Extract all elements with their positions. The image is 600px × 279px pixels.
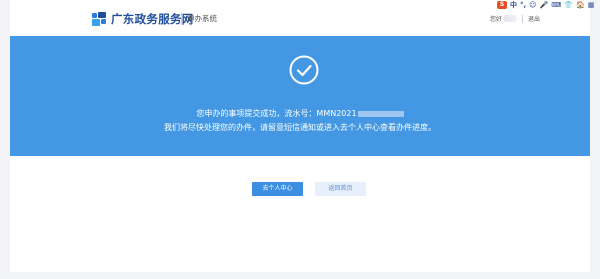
ime-language-icon[interactable]: 中 bbox=[510, 1, 517, 9]
sogou-ime-icon[interactable]: S bbox=[497, 0, 507, 9]
user-divider bbox=[522, 15, 523, 23]
user-greeting: 您好 bbox=[490, 16, 503, 23]
success-banner: 您申办的事项提交成功，流水号：MMN2021 我们将尽快处理您的办件，请留意短信… bbox=[10, 36, 590, 156]
serial-number-mask bbox=[357, 110, 404, 117]
page-container: 广东政务服务网 申办系统 您好 退出 您申办的事项提交成功，流水号：MMN202… bbox=[10, 0, 590, 272]
go-personal-center-button[interactable]: 去个人中心 bbox=[252, 182, 303, 196]
logout-link[interactable]: 退出 bbox=[528, 14, 540, 23]
masked-username bbox=[503, 15, 517, 22]
ime-home-icon[interactable]: 🏠 bbox=[576, 1, 585, 9]
ime-toolbar: S 中 °, ☺ 🎤 ⌨ 👕 🏠 ▦ bbox=[497, 0, 594, 9]
ime-menu-icon[interactable]: ▦ bbox=[588, 1, 595, 9]
guangdong-gov-logo-icon[interactable] bbox=[92, 12, 106, 26]
success-message-text: 您申办的事项提交成功，流水号： bbox=[196, 109, 317, 118]
serial-number: MMN2021 bbox=[316, 109, 357, 118]
header-divider bbox=[181, 13, 182, 25]
ime-keyboard-icon[interactable]: ⌨ bbox=[551, 1, 561, 9]
ime-skin-icon[interactable]: 👕 bbox=[564, 1, 573, 9]
info-message: 我们将尽快处理您的办件，请留意短信通知或进入去个人中心查看办件进度。 bbox=[164, 123, 436, 132]
ime-emoji-icon[interactable]: ☺ bbox=[529, 1, 536, 9]
return-home-button[interactable]: 返回首页 bbox=[315, 182, 366, 196]
ime-voice-icon[interactable]: 🎤 bbox=[539, 1, 548, 9]
ime-punctuation-icon[interactable]: °, bbox=[520, 1, 526, 9]
success-message: 您申办的事项提交成功，流水号：MMN2021 bbox=[10, 109, 590, 119]
system-name: 申办系统 bbox=[187, 14, 217, 23]
success-check-icon bbox=[289, 55, 319, 85]
